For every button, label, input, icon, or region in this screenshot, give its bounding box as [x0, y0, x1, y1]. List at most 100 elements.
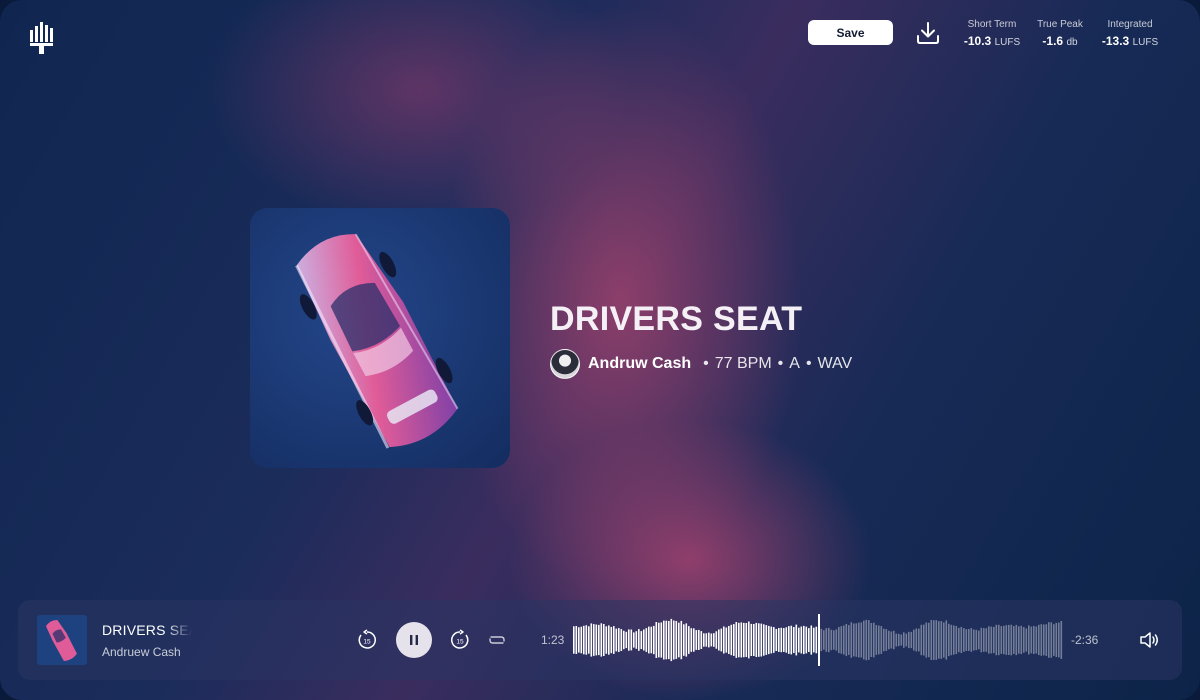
waveform-bar: [1020, 625, 1023, 655]
waveform-bar: [1038, 624, 1040, 656]
waveform-bar: [788, 626, 790, 654]
waveform-bar: [793, 627, 795, 653]
pause-icon: [410, 635, 418, 645]
waveform-bar: [753, 624, 755, 656]
waveform-bar: [910, 631, 913, 649]
waveform-bar: [985, 628, 988, 652]
bpm: 77 BPM: [714, 355, 772, 372]
waveform-bar: [780, 627, 783, 653]
waveform-bar: [763, 624, 765, 656]
forward-15-icon[interactable]: 15: [449, 629, 471, 651]
waveform-bar: [578, 627, 580, 653]
waveform-bar: [950, 624, 953, 656]
mini-album-cover[interactable]: [37, 615, 87, 665]
waveform-bar: [608, 625, 610, 655]
waveform-bar: [888, 630, 890, 650]
waveform-bar: [625, 631, 628, 649]
waveform-bar: [965, 629, 968, 651]
waveform-bar: [903, 632, 905, 648]
waveform-bar: [833, 630, 835, 650]
waveform-bar: [1053, 624, 1055, 656]
waveform-scrubber[interactable]: [573, 614, 1063, 666]
waveform-bar: [1028, 625, 1030, 655]
waveform-bar: [845, 623, 848, 657]
waveform-bar: [848, 625, 850, 655]
waveform-bar: [1055, 622, 1058, 657]
waveform-bar: [690, 628, 693, 652]
waveform-bar: [988, 626, 990, 654]
meter-label: Integrated: [1107, 19, 1153, 30]
waveform-bar: [708, 632, 710, 648]
mini-track-title: DRIVERS SEAT: [102, 622, 192, 638]
elapsed-time: 1:23: [541, 633, 565, 647]
waveform-bar: [913, 629, 915, 651]
waveform-bar: [963, 628, 965, 652]
waveform-bar: [853, 623, 855, 657]
pause-button[interactable]: [396, 622, 432, 658]
playhead: [818, 614, 820, 666]
waveform-bar: [878, 625, 880, 655]
waveform-bar: [980, 627, 983, 653]
waveform-bar: [893, 630, 895, 650]
download-icon[interactable]: [915, 20, 941, 46]
waveform-bar: [860, 622, 863, 658]
waveform-bar: [858, 622, 860, 658]
waveform-bar: [715, 631, 718, 649]
waveform-bar: [813, 627, 815, 653]
waveform-bar: [823, 630, 825, 650]
meter-label: Short Term: [967, 19, 1017, 30]
waveform-bar: [660, 622, 663, 658]
waveform-bar: [613, 626, 615, 654]
waveform-bar: [990, 626, 993, 654]
waveform-bar: [623, 630, 625, 650]
waveform-bar: [953, 625, 955, 655]
track-meta: Andruw Cash • 77 BPM • A • WAV: [550, 349, 852, 379]
avatar[interactable]: [550, 349, 580, 379]
rewind-15-icon[interactable]: 15: [356, 629, 378, 651]
waveform-bar: [688, 626, 690, 654]
waveform-bar: [620, 629, 623, 651]
skip-seconds-label: 15: [363, 639, 371, 646]
repeat-icon[interactable]: [486, 630, 508, 650]
waveform-bar: [1000, 626, 1003, 654]
file-format: WAV: [817, 355, 853, 372]
waveform-bar: [575, 626, 578, 654]
waveform-bar: [738, 622, 740, 658]
waveform-bar: [628, 629, 630, 651]
waveform-bar: [665, 620, 668, 660]
waveform-bar: [978, 630, 980, 650]
waveform-bar: [865, 619, 868, 661]
waveform-bar: [595, 624, 598, 656]
waveform-bar: [890, 631, 893, 649]
save-button[interactable]: Save: [808, 20, 893, 45]
volume-icon[interactable]: [1138, 629, 1160, 651]
waveform-bar: [590, 623, 593, 657]
waveform-bar: [648, 626, 650, 654]
waveform-bar: [695, 630, 698, 650]
artist-name[interactable]: Andruw Cash: [588, 355, 691, 373]
separator: •: [703, 355, 709, 372]
waveform-bar: [635, 631, 638, 649]
waveform-bar: [1050, 622, 1053, 658]
waveform-bar: [758, 623, 760, 657]
waveform-bar: [955, 626, 958, 654]
waveform-bar: [995, 624, 998, 656]
waveform-bar: [970, 628, 973, 652]
waveform-bar: [838, 627, 840, 654]
waveform-bar: [775, 629, 778, 651]
waveform-bar: [633, 632, 635, 648]
waveform-bar: [675, 621, 678, 659]
meter-value: -13.3 LUFS: [1101, 34, 1159, 48]
waveform-bar: [795, 624, 798, 656]
waveform-bar: [755, 622, 758, 657]
waveform-bar: [778, 628, 780, 652]
waveform-bar: [670, 618, 673, 662]
waveform-bar: [680, 620, 683, 660]
waveform-bar: [1048, 622, 1050, 658]
waveform-bar: [825, 628, 828, 652]
waveform-bar: [810, 625, 813, 655]
waveform-bar: [1008, 624, 1010, 655]
waveform-bar: [930, 620, 933, 660]
waveform-bar: [820, 628, 823, 652]
waveform-bar: [610, 626, 613, 654]
